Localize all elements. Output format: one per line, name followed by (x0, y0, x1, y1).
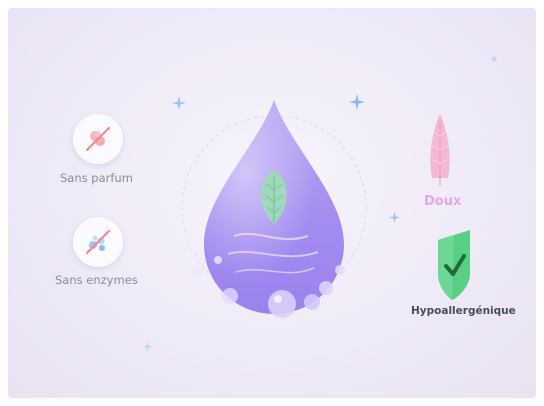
sparkle-dot (491, 56, 497, 62)
sparkle-icon (349, 94, 365, 110)
no-enzymes-label: Sans enzymes (55, 273, 138, 287)
no-fragrance-badge (73, 114, 123, 164)
no-enzymes-badge (73, 217, 123, 267)
sparkle-icon (143, 342, 152, 351)
no-fragrance-icon (85, 126, 111, 152)
feather-icon (430, 114, 450, 186)
illustration-canvas: Sans parfum Sans enzymes Doux Hypoallerg… (8, 8, 536, 398)
no-enzymes-icon (85, 229, 111, 255)
hypoallergenic-label: Hypoallergénique (411, 305, 516, 317)
sparkle-icon (389, 212, 400, 223)
no-fragrance-label: Sans parfum (60, 171, 133, 185)
gentle-label: Doux (424, 194, 462, 209)
water-drop-leaf-icon (192, 100, 345, 318)
check-shield-icon (438, 230, 470, 300)
sparkle-icon (172, 96, 186, 110)
